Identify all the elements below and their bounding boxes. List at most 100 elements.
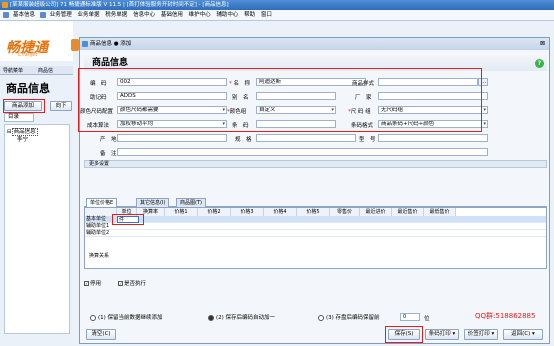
menu-bar: 基本信息 业务管理 业务单据 税务单据 信息中心 基础信用 维护中心 辅助中心 … [0, 10, 554, 21]
dialog-icon [82, 41, 88, 47]
maker-input[interactable] [378, 92, 488, 100]
left-pane-title: 商品信息 [6, 82, 50, 95]
menu-item-assist[interactable]: 辅助中心 [216, 12, 238, 18]
grid-header: 最低售价 [424, 208, 456, 216]
menu-item-info[interactable]: 信息中心 [133, 12, 155, 18]
dialog-header: 商品信息 [84, 55, 547, 71]
name-input[interactable]: 阿迪达斯 [256, 78, 366, 86]
origin-input[interactable] [117, 134, 227, 142]
remark-label: 备 注 [100, 151, 117, 157]
barcode-label: 条 码 [232, 123, 249, 129]
option-auto-increment[interactable]: (2) 保存后编码自动加一 [208, 313, 275, 321]
color-group-select[interactable]: 自定义 [256, 106, 336, 114]
maker-label: 厂 家 [355, 95, 372, 101]
grid-header: 单位 [117, 208, 137, 216]
spec-label: 规 格 [235, 137, 252, 143]
name-label: * 名 称 [229, 81, 251, 87]
conversion-label: 换算关系 [89, 253, 110, 259]
image-input[interactable] [378, 78, 478, 86]
grid-header: 价格1 [165, 208, 198, 216]
code-input[interactable]: 002 [117, 78, 227, 86]
unit-cell-editor[interactable]: 件 [117, 216, 139, 223]
move-down-button[interactable]: 向下 [50, 101, 72, 111]
dialog-title: 商品信息 ● 添加 [90, 41, 132, 47]
option-keep-prefix[interactable]: (3) 存盘后编码保留前 [318, 313, 380, 321]
size-group-label: *尺 码 组 [348, 109, 371, 115]
detail-tabs: 单位价格E 其它信息(I) 商品图(T) [84, 198, 547, 207]
size-group-select[interactable]: 无尺码组 [378, 106, 488, 114]
code-label: 编 码 [90, 81, 107, 87]
window-titlebar: [某某服装超级公司] 71 畅捷通标准版 V 11.5 | [首打体验服务开封时… [0, 0, 554, 10]
cost-method-select[interactable]: 加权移动平均 [117, 120, 227, 128]
menu-item-help[interactable]: 帮助 [244, 12, 255, 18]
nav-tabs: 导航菜单 商品信 [0, 66, 73, 75]
logo-subtitle: Chanjet [18, 52, 38, 58]
grid-header: 价格4 [264, 208, 297, 216]
tab-nav-menu[interactable]: 导航菜单 [3, 67, 23, 74]
barcode-format-select[interactable]: 商品条码+尺码+颜色 [378, 120, 488, 128]
product-add-button[interactable]: 商品添加 [4, 101, 42, 111]
more-settings-bar[interactable]: 更多设置 [84, 160, 547, 168]
tab-product-image[interactable]: 商品图(T) [176, 198, 206, 207]
image-browse-button[interactable]: ... [478, 78, 488, 86]
menu-item-maintain[interactable]: 维护中心 [189, 12, 211, 18]
save-button[interactable]: 保存(S) [388, 329, 420, 340]
table-row[interactable]: 基本单位 [85, 216, 546, 223]
tree-node-lining[interactable]: 李宁 [5, 135, 69, 143]
menu-item-docs[interactable]: 业务单据 [78, 12, 100, 18]
barcode-input[interactable] [256, 120, 336, 128]
tab-product-info[interactable]: 商品信 [38, 67, 53, 74]
alias-input[interactable] [256, 92, 336, 100]
product-dialog: 商品信息 ● 添加 ⊠ 商品信息 ? 编 码 002 * 名 称 阿迪达斯 商品… [78, 37, 550, 344]
unit-price-grid[interactable]: 单位 换算率 价格1 价格2 价格3 价格4 价格5 零售价 最近进价 最近售价… [84, 207, 547, 269]
mnemonic-input[interactable]: ADDS [117, 92, 227, 100]
menu-icon [3, 11, 9, 18]
category-tree[interactable]: ⊟ 商品信息 李宁 [4, 124, 70, 334]
close-icon[interactable]: ⊠ [540, 38, 545, 50]
model-label: 型 号 [359, 137, 376, 143]
table-row[interactable]: 辅助单位2 [85, 230, 546, 237]
execute-checkbox[interactable]: ✓ 是否执行 [118, 279, 146, 287]
color-config-label: 颜色尺码配置 [80, 109, 114, 115]
digits-unit: 位 [424, 316, 430, 322]
origin-label: 产 地 [100, 137, 117, 143]
menu-item-business[interactable]: 业务管理 [50, 12, 72, 18]
grid-header: 最近进价 [360, 208, 392, 216]
barcode-format-label: 条码格式 [351, 123, 374, 129]
digits-stepper[interactable]: 0 [400, 313, 420, 321]
help-icon[interactable]: ? [535, 59, 544, 68]
mnemonic-label: 助记码 [90, 95, 107, 101]
price-tag-print-button[interactable]: 价签打印 ▾ [464, 329, 498, 340]
color-group-label: *颜色组 [227, 109, 247, 115]
app-icon [2, 2, 8, 8]
menu-item-window[interactable]: 窗口 [261, 12, 272, 18]
menu-icon [39, 11, 46, 18]
grid-header [85, 208, 117, 216]
stop-checkbox[interactable]: ✓ 停用 [84, 279, 101, 287]
grid-header: 价格5 [297, 208, 330, 216]
tab-unit-price[interactable]: 单位价格E [86, 198, 118, 207]
tab-other-info[interactable]: 其它信息(I) [136, 198, 170, 207]
color-config-select[interactable]: 颜色尺码都需要 [117, 106, 227, 114]
spec-input[interactable] [256, 134, 356, 142]
dialog-titlebar: 商品信息 ● 添加 ⊠ [80, 38, 549, 50]
clear-button[interactable]: 清空(C) [86, 329, 116, 340]
menu-item-credit[interactable]: 基础信用 [161, 12, 183, 18]
table-row[interactable]: 辅助单位1 [85, 223, 546, 230]
product-icon [71, 39, 79, 51]
option-keep-data[interactable]: (1) 保留当前数据继续添加 [90, 313, 163, 321]
cost-method-label: 成本算法 [87, 123, 110, 129]
remark-input[interactable] [117, 148, 488, 156]
tree-node-root[interactable]: ⊟ 商品信息 [5, 125, 69, 136]
alias-label: 别 名 [232, 95, 249, 101]
barcode-print-button[interactable]: 条码打印 ▾ [425, 329, 459, 340]
menu-item-tax[interactable]: 税务单据 [105, 12, 127, 18]
menu-item-basic[interactable]: 基本信息 [13, 12, 35, 18]
grid-header: 价格2 [198, 208, 231, 216]
logo-area: 畅捷通 Chanjet [0, 21, 73, 61]
qq-group-text: QQ群:518862885 [475, 312, 536, 320]
grid-header: 换算率 [137, 208, 165, 216]
grid-header: 价格3 [231, 208, 264, 216]
model-input[interactable] [378, 134, 488, 142]
back-button[interactable]: 返回(C) ▾ [503, 329, 543, 340]
